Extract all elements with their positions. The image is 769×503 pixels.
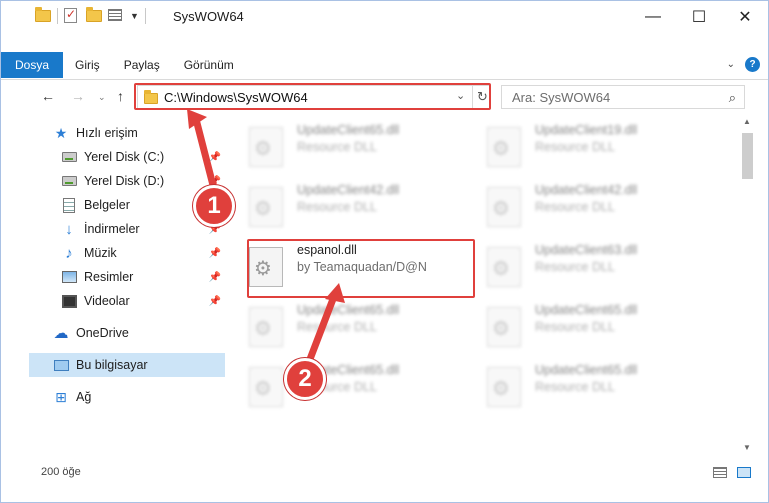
callout-arrows <box>187 109 345 371</box>
callout-badge-one: 1 <box>193 185 235 227</box>
arrow-two <box>303 283 345 371</box>
arrow-one <box>187 109 219 197</box>
callout-badge-two: 2 <box>284 358 326 400</box>
explorer-window: ▼ SysWOW64 — ☐ ✕ Dosya Giriş Paylaş Görü… <box>0 0 769 503</box>
